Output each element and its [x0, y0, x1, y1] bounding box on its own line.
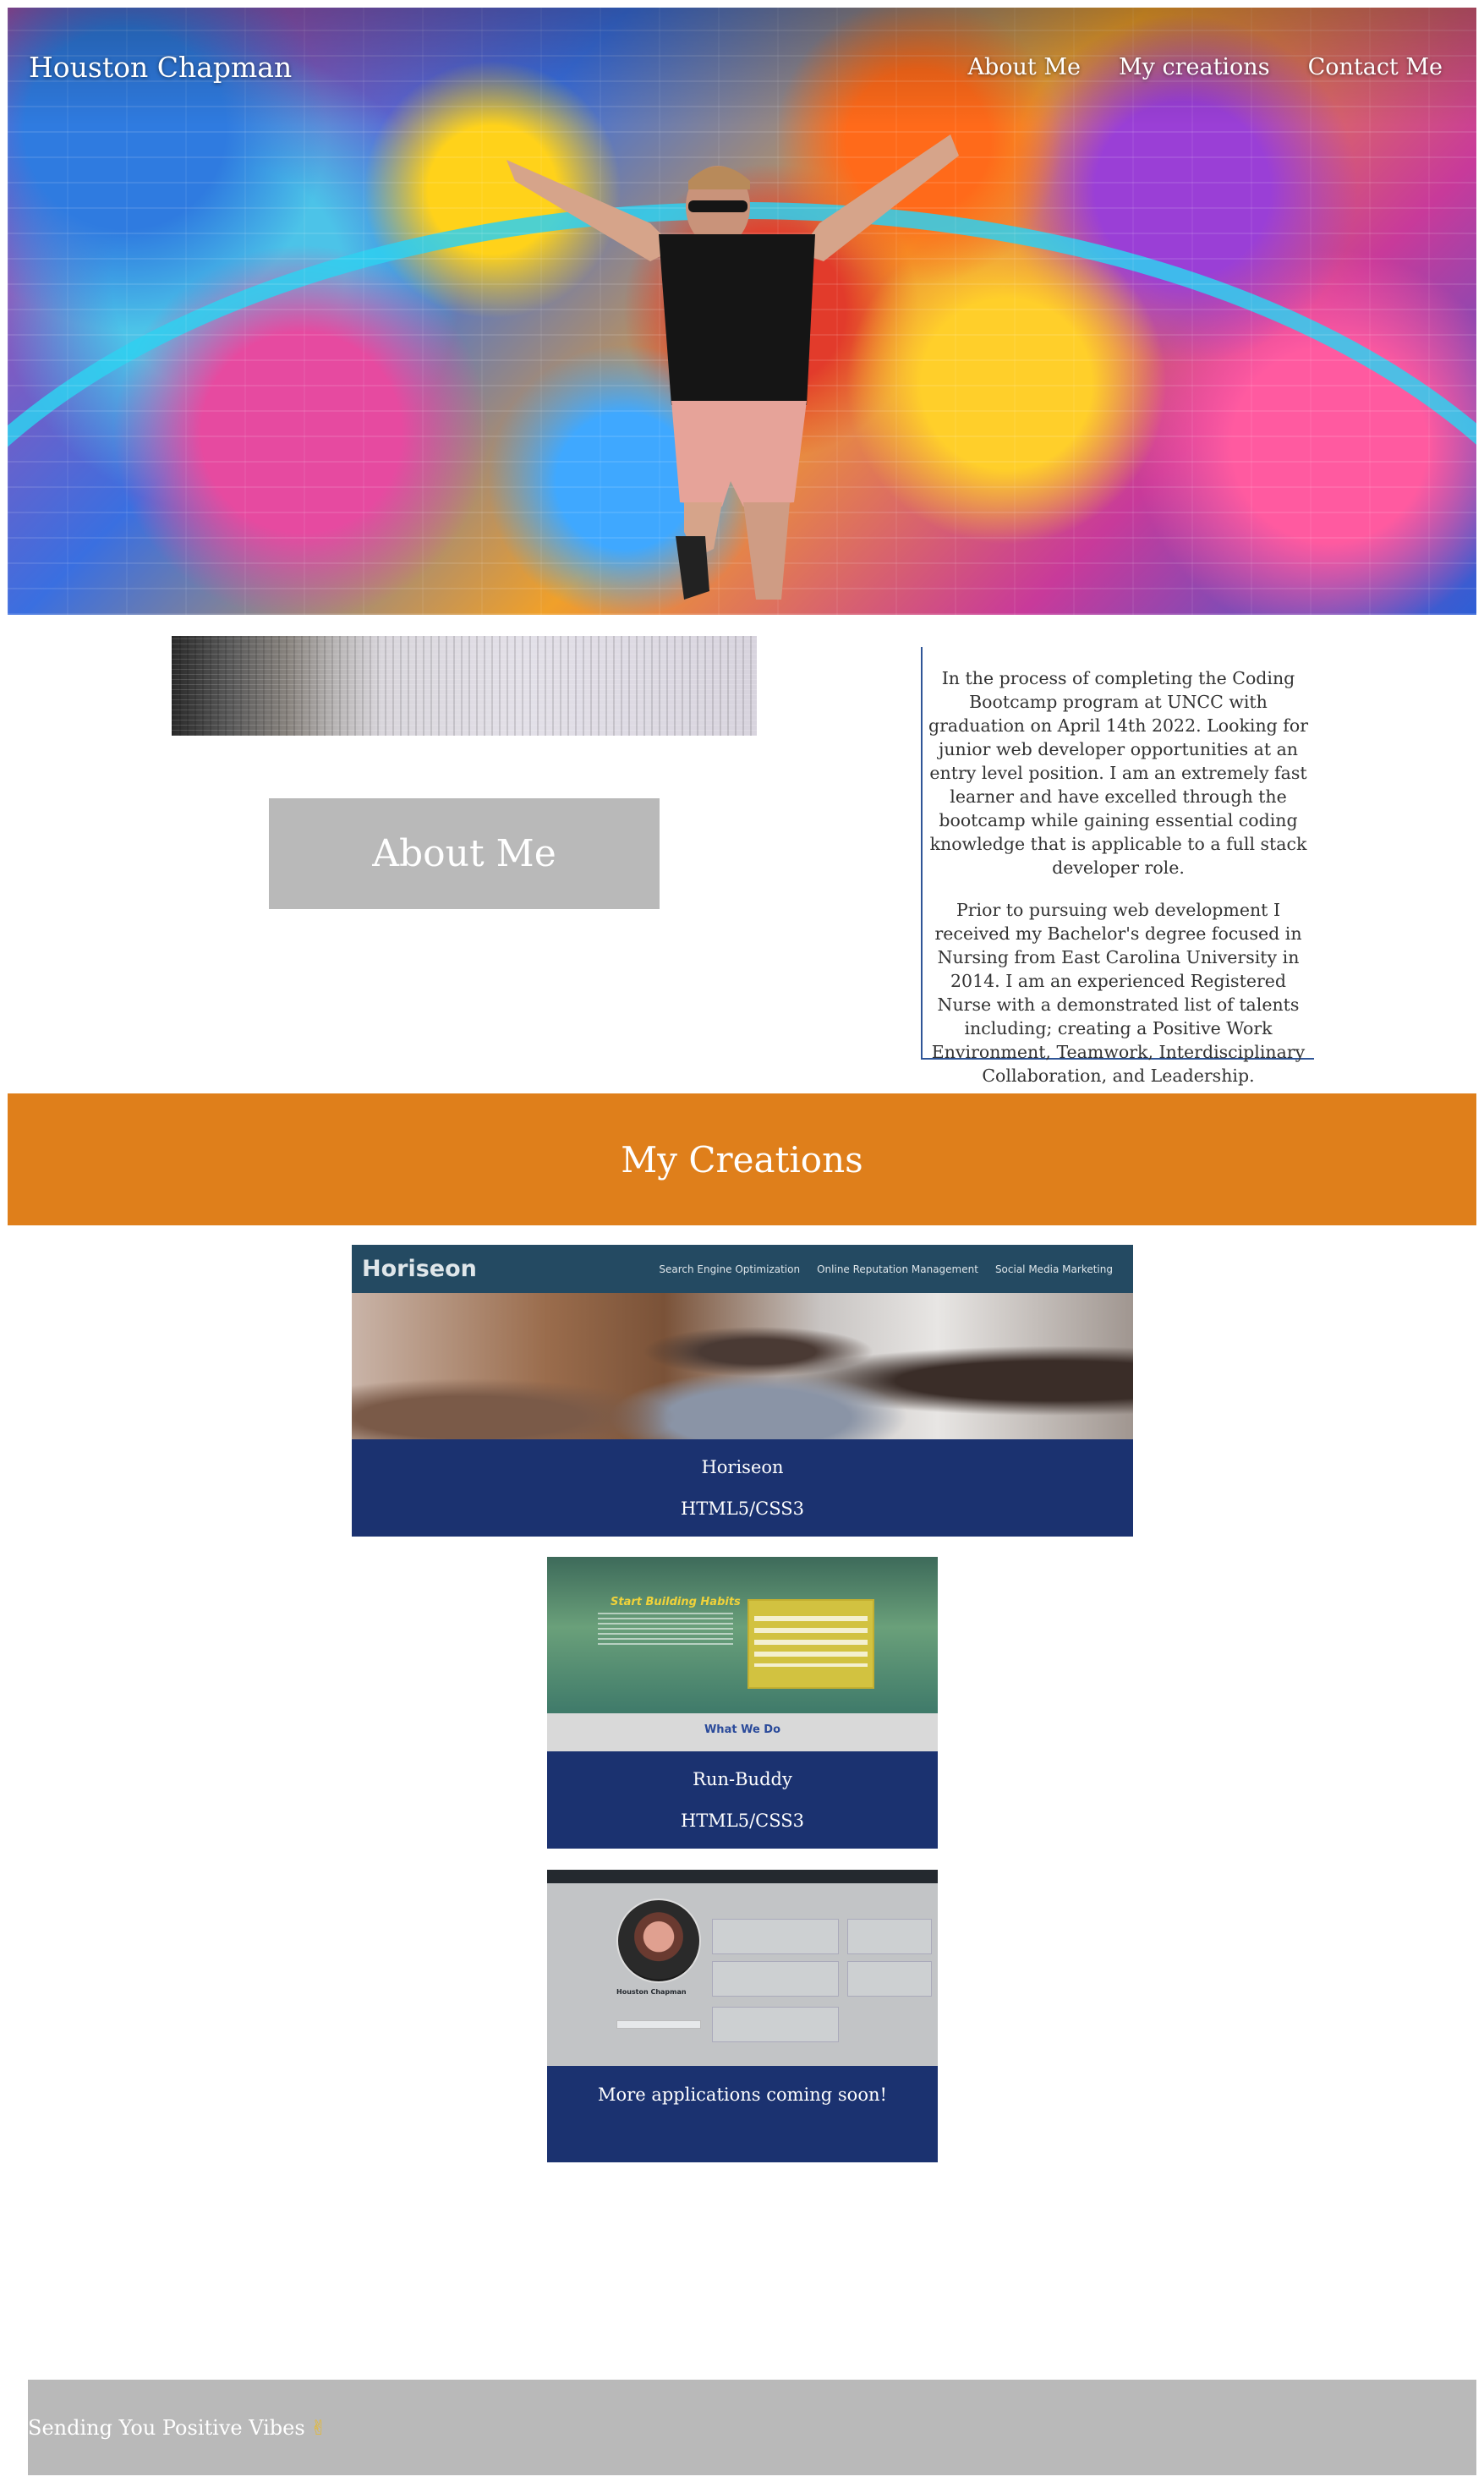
footer: Sending You Positive Vibes ✌ — [28, 2380, 1476, 2475]
nav-link-contact-me[interactable]: Contact Me — [1308, 54, 1443, 80]
github-edit-profile-button — [616, 2020, 701, 2029]
horiseon-nav-item: Social Media Marketing — [994, 1263, 1113, 1275]
nav-link-about-me[interactable]: About Me — [968, 54, 1081, 80]
project-tech: HTML5/CSS3 — [680, 1811, 805, 1831]
victory-hand-icon: ✌ — [309, 2415, 327, 2440]
github-repo-card — [712, 1961, 839, 1997]
project-card-horiseon[interactable]: Horiseon Search Engine Optimization Onli… — [352, 1245, 1133, 1537]
nav-links: About Me My creations Contact Me — [968, 54, 1443, 80]
run-buddy-section: What We Do — [547, 1713, 938, 1751]
project-screenshot-horiseon[interactable]: Horiseon Search Engine Optimization Onli… — [352, 1245, 1133, 1439]
about-paragraph-1: In the process of completing the Coding … — [928, 668, 1309, 878]
about-decorative-image — [172, 636, 757, 736]
about-heading-box: About Me — [269, 798, 660, 909]
github-repo-card — [712, 2007, 839, 2042]
horiseon-nav-item: Online Reputation Management — [817, 1263, 978, 1275]
hero-banner: Houston Chapman About Me My creations Co… — [8, 8, 1476, 615]
project-title: Run-Buddy — [693, 1769, 792, 1789]
about-paragraph-2: Prior to pursuing web development I rece… — [931, 900, 1306, 1086]
github-repo-card — [712, 1919, 839, 1954]
footer-text-line: Sending You Positive Vibes ✌ — [28, 2416, 327, 2440]
top-navigation: Houston Chapman About Me My creations Co… — [8, 8, 1476, 126]
run-buddy-signup-form — [747, 1599, 874, 1689]
horiseon-nav-item: Search Engine Optimization — [659, 1263, 801, 1275]
github-repo-card — [847, 1919, 932, 1954]
github-profile-name: Houston Chapman — [616, 1988, 687, 1996]
project-screenshot-run-buddy[interactable]: Start Building Habits What We Do — [547, 1557, 938, 1751]
run-buddy-hero-title: Start Building Habits — [611, 1596, 741, 1608]
horiseon-logo: Horiseon — [362, 1256, 477, 1282]
run-buddy-hero-text — [598, 1613, 733, 1646]
project-card-github[interactable]: Houston Chapman More applications coming… — [547, 1870, 938, 2162]
project-title: Horiseon — [701, 1457, 784, 1477]
github-repo-card — [847, 1961, 932, 1997]
site-brand[interactable]: Houston Chapman — [29, 51, 292, 84]
nav-link-my-creations[interactable]: My creations — [1119, 54, 1270, 80]
project-title: More applications coming soon! — [598, 2085, 887, 2105]
run-buddy-section-title: What We Do — [704, 1723, 781, 1736]
about-description: In the process of completing the Coding … — [921, 647, 1314, 1086]
project-screenshot-github[interactable]: Houston Chapman — [547, 1870, 938, 2066]
horiseon-nav: Search Engine Optimization Online Reputa… — [659, 1263, 1113, 1275]
footer-text: Sending You Positive Vibes — [28, 2415, 305, 2440]
project-card-run-buddy[interactable]: Start Building Habits What We Do Run-Bud… — [547, 1557, 938, 1849]
creations-heading: My Creations — [621, 1138, 863, 1181]
project-caption: Horiseon HTML5/CSS3 — [352, 1439, 1133, 1537]
horiseon-header: Horiseon Search Engine Optimization Onli… — [352, 1245, 1133, 1293]
about-heading: About Me — [372, 832, 556, 875]
project-caption: More applications coming soon! — [547, 2066, 938, 2162]
project-tech: HTML5/CSS3 — [680, 1499, 805, 1519]
github-top-bar — [547, 1870, 938, 1883]
project-caption: Run-Buddy HTML5/CSS3 — [547, 1751, 938, 1849]
creations-banner: My Creations — [8, 1093, 1476, 1225]
github-avatar — [616, 1898, 701, 1983]
horiseon-hero-photo — [352, 1293, 1133, 1439]
